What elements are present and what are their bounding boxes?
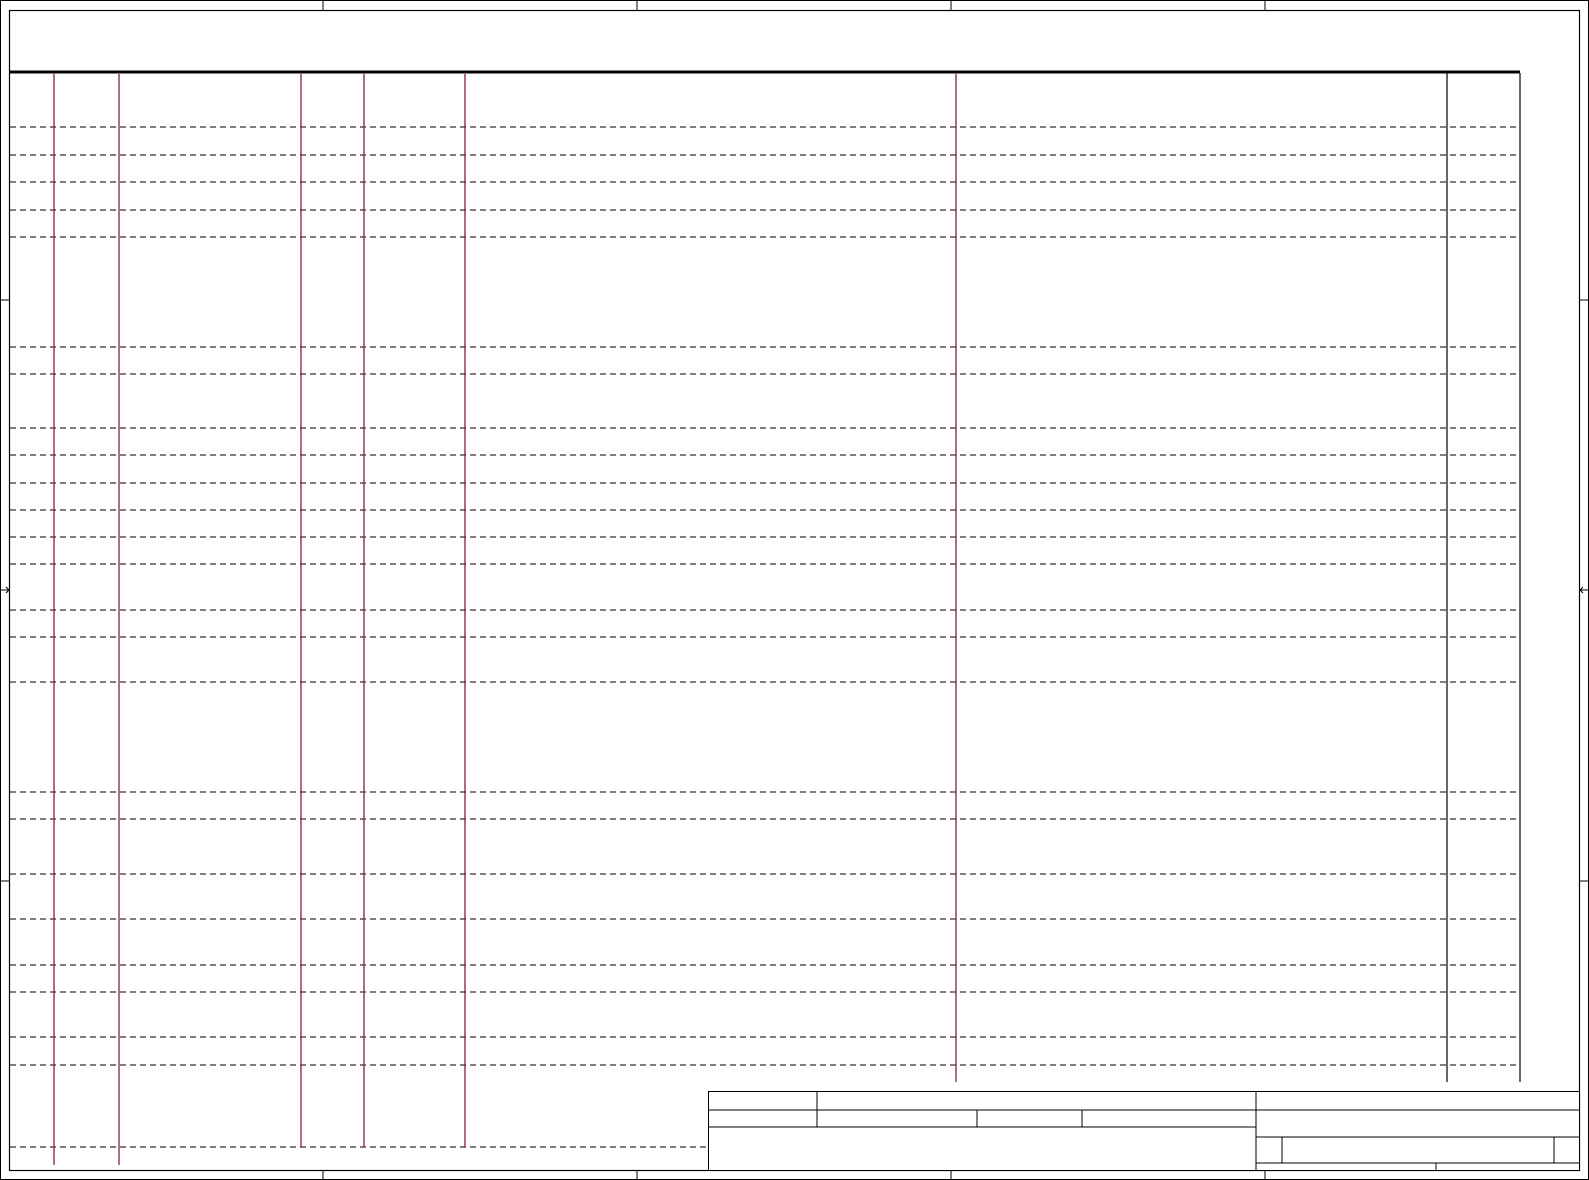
inner-frame: [8, 9, 1581, 1172]
center-arrow-right: [1579, 586, 1588, 594]
center-arrow-left: [1, 586, 10, 594]
outer-border: [0, 0, 1589, 1180]
title-block-frame: [708, 1091, 1580, 1171]
title-block: [708, 1091, 1580, 1171]
zone-ticks-bottom: [322, 1170, 1266, 1180]
zone-ticks-sides: [0, 299, 1589, 882]
schematic-sheet: [0, 0, 1589, 1180]
column-rules: [53, 74, 957, 1165]
right-column-rules: [1446, 73, 1521, 1082]
zone-ticks-top: [322, 0, 1266, 10]
row-rules: [10, 126, 1520, 1148]
